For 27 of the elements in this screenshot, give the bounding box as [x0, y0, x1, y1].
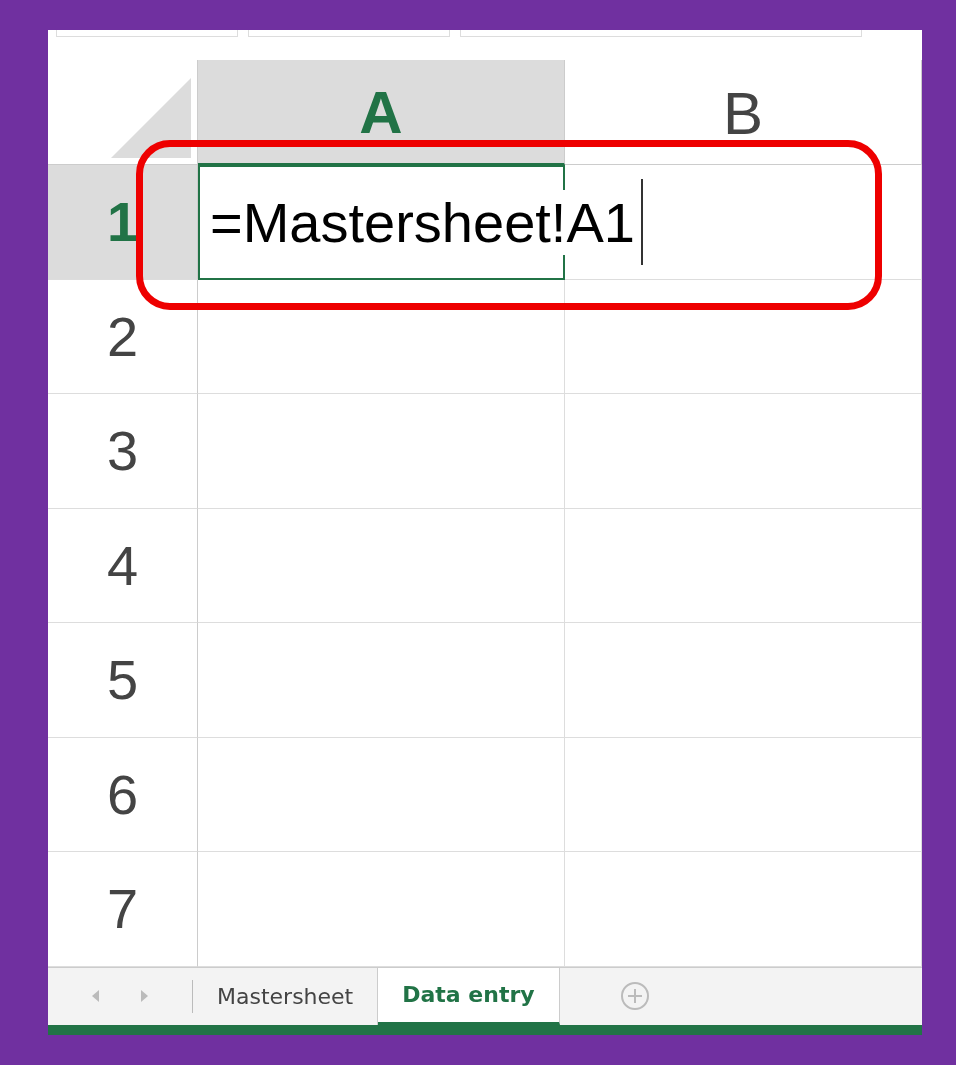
select-all-icon[interactable] — [111, 78, 191, 158]
row-header[interactable]: 6 — [48, 737, 198, 852]
scroll-right-icon[interactable] — [140, 990, 148, 1002]
table-cell[interactable] — [565, 737, 922, 852]
table-cell[interactable] — [565, 279, 922, 394]
table-cell[interactable] — [565, 852, 922, 967]
row-header[interactable]: 1 — [48, 165, 198, 280]
row-header[interactable]: 3 — [48, 394, 198, 509]
table-cell[interactable] — [198, 737, 565, 852]
table-cell[interactable] — [198, 623, 565, 738]
table-cell[interactable] — [565, 394, 922, 509]
cell-formula[interactable]: =Mastersheet!A1 — [210, 189, 635, 255]
sheet-tab[interactable]: Data entry — [378, 967, 560, 1025]
table-cell[interactable] — [198, 279, 565, 394]
scroll-left-icon[interactable] — [92, 990, 100, 1002]
table-cell[interactable] — [565, 623, 922, 738]
row-header[interactable]: 5 — [48, 623, 198, 738]
table-cell[interactable] — [198, 508, 565, 623]
row-header[interactable]: 4 — [48, 508, 198, 623]
row-header[interactable]: 2 — [48, 279, 198, 394]
table-cell[interactable] — [198, 852, 565, 967]
add-sheet-icon[interactable] — [619, 981, 650, 1011]
row-header[interactable]: 7 — [48, 852, 198, 967]
table-cell[interactable] — [565, 508, 922, 623]
table-cell[interactable] — [198, 394, 565, 509]
column-header[interactable]: B — [565, 60, 922, 165]
column-header[interactable]: A — [198, 60, 565, 165]
